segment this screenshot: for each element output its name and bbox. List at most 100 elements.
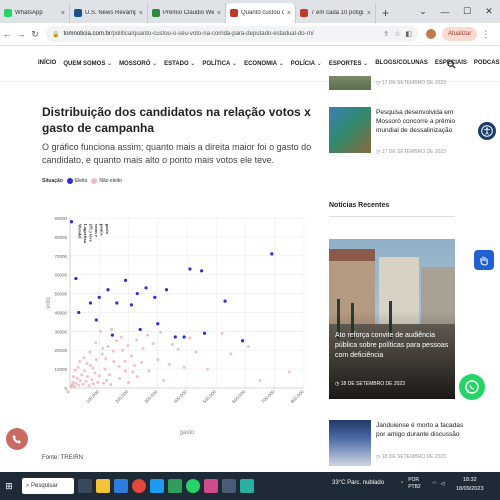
not-elected-point xyxy=(85,361,89,365)
chart-annotation: Lagartixa xyxy=(83,224,88,244)
elected-point xyxy=(138,327,142,332)
y-tick-label: 90000 xyxy=(54,216,67,221)
featured-news-card[interactable]: Ato reforça convite de audiência pública… xyxy=(329,239,455,399)
extensions-icon[interactable]: ◧ xyxy=(405,30,412,38)
address-bar: ← → ↻ 🔒 tomnoticia.com.br/politica/quant… xyxy=(0,23,500,46)
elected-point xyxy=(156,322,160,326)
nav-item[interactable]: QUEM SOMOS ⌄ xyxy=(63,60,112,67)
browser-tab[interactable]: Prêmio Cláudio Weber Abram...× xyxy=(148,3,226,23)
photos-icon[interactable] xyxy=(204,479,218,493)
start-icon[interactable]: ⊞ xyxy=(0,481,18,492)
file-explorer-icon[interactable] xyxy=(96,479,110,493)
nav-item[interactable]: POLÍCIA ⌄ xyxy=(291,60,322,67)
nav-item[interactable]: ECONOMIA ⌄ xyxy=(244,60,284,67)
bookmark-star-icon[interactable]: ☆ xyxy=(394,30,400,38)
news-title[interactable]: Pesquisa desenvolvida em Mossoró concorr… xyxy=(376,108,466,135)
tab-close-icon[interactable]: × xyxy=(214,10,221,17)
language-indicator[interactable]: POR PTB2 xyxy=(408,477,428,491)
tab-close-icon[interactable]: × xyxy=(364,10,371,17)
tray-chevron-icon[interactable]: ⌃ xyxy=(400,481,404,487)
tab-search-icon[interactable]: ⌄ xyxy=(412,6,434,17)
url-field[interactable]: 🔒 tomnoticia.com.br/politica/quanto-cust… xyxy=(46,26,418,42)
not-elected-point xyxy=(96,380,100,384)
app-icon[interactable] xyxy=(168,479,182,493)
browser-menu-icon[interactable]: ⋮ xyxy=(481,29,490,40)
site-search-icon[interactable] xyxy=(447,60,456,71)
app-icon[interactable] xyxy=(240,479,254,493)
tab-close-icon[interactable]: × xyxy=(136,10,143,17)
settings-icon[interactable] xyxy=(222,479,236,493)
nav-item[interactable]: BLOGS/COLUNAS xyxy=(375,60,428,67)
news-thumbnail[interactable] xyxy=(329,76,371,90)
accessibility-button[interactable] xyxy=(478,122,496,140)
nav-item[interactable]: INÍCIO xyxy=(38,60,56,67)
whatsapp-float-button[interactable] xyxy=(459,374,485,400)
sidebar-news-item[interactable]: Pesquisa desenvolvida em Mossoró concorr… xyxy=(329,107,459,162)
elected-point xyxy=(69,220,74,224)
tab-close-icon[interactable]: × xyxy=(284,10,291,17)
x-tick-label: 700.000 xyxy=(260,389,275,404)
store-icon[interactable] xyxy=(150,479,164,493)
back-button[interactable]: ← xyxy=(0,29,14,39)
chevron-down-icon: ⌄ xyxy=(230,61,238,67)
update-button[interactable]: Atualizar xyxy=(442,27,478,41)
edge-icon[interactable] xyxy=(114,479,128,493)
system-clock[interactable]: 18:32 18/09/2023 xyxy=(456,476,484,494)
elected-point xyxy=(200,269,204,273)
new-tab-button[interactable]: + xyxy=(376,3,395,23)
tab-list: WhatsApp×U.S. News Revamped College...×P… xyxy=(0,0,376,23)
not-elected-point xyxy=(127,380,130,384)
task-view-icon[interactable] xyxy=(78,479,92,493)
share-icon[interactable]: ⇪ xyxy=(383,30,389,38)
forward-button[interactable]: → xyxy=(14,29,28,39)
browser-tab[interactable]: WhatsApp × xyxy=(0,3,70,23)
elected-point xyxy=(270,252,274,256)
not-elected-point xyxy=(258,378,262,382)
chrome-icon[interactable] xyxy=(132,479,146,493)
browser-tab[interactable]: 7 em cada 10 potiguares se...× xyxy=(296,3,376,23)
sidebar-news-top[interactable]: ◷ 17 DE SETEMBRO DE 2023 xyxy=(329,76,459,94)
minimize-button[interactable]: — xyxy=(434,7,456,17)
not-elected-point xyxy=(88,350,92,354)
tab-close-icon[interactable]: × xyxy=(58,10,65,17)
nav-item[interactable]: ESPORTES ⌄ xyxy=(329,60,368,67)
not-elected-point xyxy=(123,360,127,364)
chevron-down-icon: ⌄ xyxy=(188,61,196,67)
news-thumbnail[interactable] xyxy=(329,107,371,153)
news-date-text: 18 DE SETEMBRO DE 2023 xyxy=(381,454,446,460)
browser-tab[interactable]: Quanto custou o seu voto na...× xyxy=(226,3,296,23)
whatsapp-app-icon[interactable] xyxy=(186,479,200,493)
not-elected-point xyxy=(94,358,98,362)
not-elected-point xyxy=(119,335,123,339)
reload-button[interactable]: ↻ xyxy=(28,29,42,40)
wifi-icon[interactable]: ◠ xyxy=(432,481,436,487)
nav-item[interactable]: MOSSORÓ ⌄ xyxy=(119,60,157,67)
not-elected-point xyxy=(135,338,139,342)
vlibras-button[interactable] xyxy=(474,250,494,270)
nav-item[interactable]: PODCASTS xyxy=(474,60,500,67)
maximize-button[interactable]: ☐ xyxy=(456,6,478,17)
lock-icon[interactable]: 🔒 xyxy=(52,31,59,38)
featured-news-image xyxy=(329,239,455,399)
nav-item[interactable]: POLÍTICA ⌄ xyxy=(202,60,237,67)
taskbar-search[interactable]: ⌕ Pesquisar xyxy=(22,478,74,494)
elected-point xyxy=(77,310,81,315)
news-thumbnail[interactable] xyxy=(329,420,371,466)
elected-point xyxy=(74,276,78,281)
browser-tab[interactable]: U.S. News Revamped College...× xyxy=(70,3,148,23)
close-window-button[interactable]: ✕ xyxy=(478,6,500,17)
not-elected-point xyxy=(111,349,115,353)
sidebar-news-item-2[interactable]: Janduiense é morto a facadas por amigo d… xyxy=(329,420,463,468)
tab-title: WhatsApp xyxy=(15,10,43,16)
volume-icon[interactable]: ◁ xyxy=(441,481,445,487)
profile-avatar[interactable] xyxy=(426,29,436,39)
news-title[interactable]: Janduiense é morto a facadas por amigo d… xyxy=(376,421,466,439)
legend-item-not-elected[interactable]: Não eleito xyxy=(91,178,122,184)
legend-item-elected[interactable]: Eleito xyxy=(66,178,87,184)
floating-action-button[interactable] xyxy=(6,428,28,450)
featured-news-title[interactable]: Ato reforça convite de audiência pública… xyxy=(335,331,453,361)
weather-widget[interactable]: 33°C Parc. nublado xyxy=(332,480,384,486)
legend-not-elected-marker xyxy=(91,178,98,184)
not-elected-point xyxy=(87,384,91,388)
nav-item[interactable]: ESTADO ⌄ xyxy=(164,60,195,67)
